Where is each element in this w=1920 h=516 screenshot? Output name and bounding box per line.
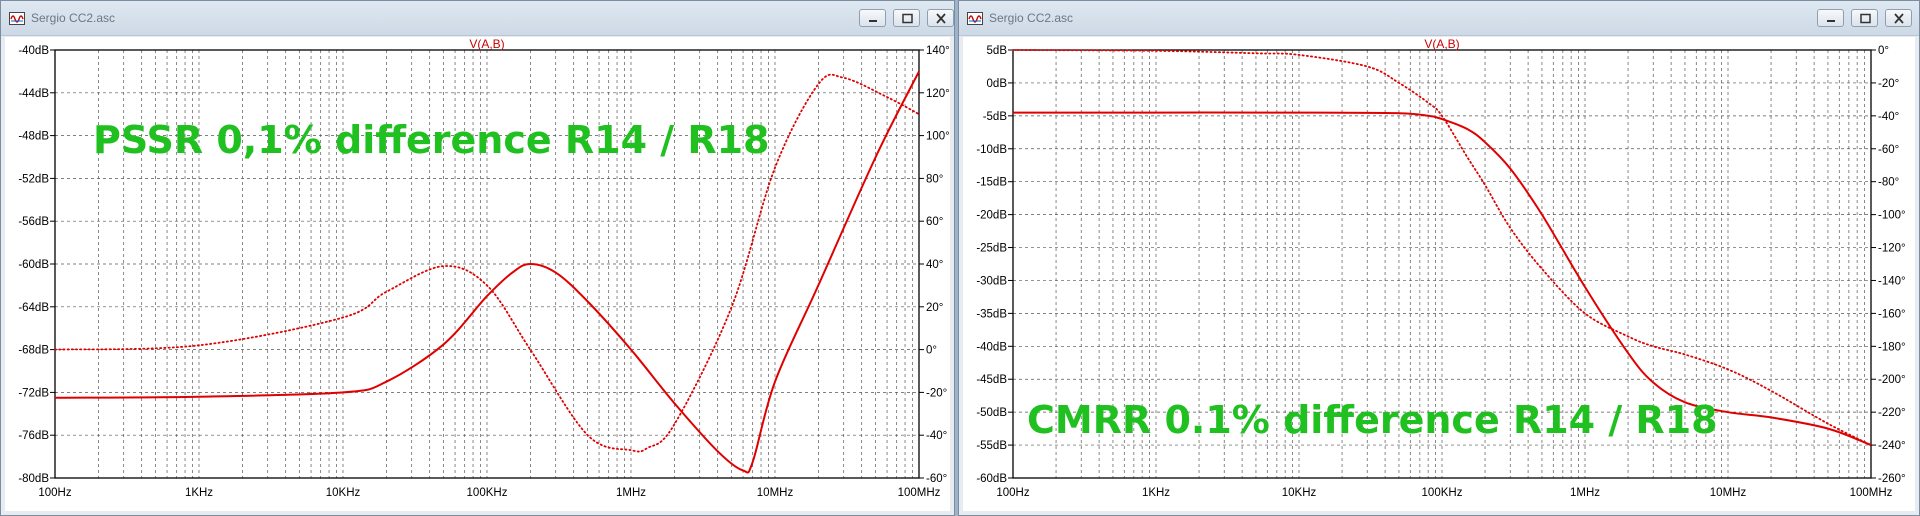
y-right-tick-label: -100° — [1878, 210, 1906, 222]
y-left-tick-label: -30dB — [976, 275, 1007, 287]
x-tick-label: 1MHz — [1570, 487, 1600, 499]
y-right-tick-label: -200° — [1878, 374, 1906, 386]
y-left-tick-label: -45dB — [976, 374, 1007, 386]
y-right-tick-label: -80° — [1878, 177, 1899, 189]
plot-pane: 100Hz 1KHz 10KHz 100KHz 1MHz 10MHz 100MHz -40dB… — [5, 37, 950, 511]
y-right-tick-label: 140° — [926, 45, 950, 57]
chart-title: V(A,B) — [469, 37, 504, 51]
y-left-tick-label: -10dB — [976, 144, 1007, 156]
maximize-button[interactable] — [893, 9, 920, 27]
x-tick-label: 10KHz — [1282, 487, 1317, 499]
x-tick-label: 1KHz — [1142, 487, 1170, 499]
x-tick-label: 1MHz — [616, 487, 646, 499]
y-left-tick-label: -56dB — [18, 216, 49, 228]
close-icon — [936, 13, 946, 24]
y-right-tick-label: 40° — [926, 259, 943, 271]
y-left-tick-label: -40dB — [18, 45, 49, 57]
y-right-tick-label: 100° — [926, 131, 950, 143]
ltspice-waveform-icon — [967, 12, 983, 25]
waveform-window-cmrr[interactable]: Sergio CC2.asc 100Hz 1KHz 10KHz 100KHz 1MHz 1… — [958, 0, 1920, 516]
y-right-tick-label: 0° — [926, 345, 937, 357]
y-right-tick-label: -120° — [1878, 243, 1906, 255]
chart-pssr[interactable]: 100Hz 1KHz 10KHz 100KHz 1MHz 10MHz 100MHz -40dB… — [5, 37, 952, 513]
y-left-tick-label: -50dB — [976, 407, 1007, 419]
window-title: Sergio CC2.asc — [989, 11, 1074, 25]
y-left-tick-label: -44dB — [18, 88, 49, 100]
y-left-tick-label: -55dB — [976, 440, 1007, 452]
y-left-tick-label: -60dB — [18, 259, 49, 271]
y-left-tick-label: -48dB — [18, 131, 49, 143]
ltspice-waveform-icon — [9, 12, 25, 25]
close-button[interactable] — [927, 9, 954, 27]
y-right-tick-label: -180° — [1878, 341, 1906, 353]
y-left-tick-label: -72dB — [18, 387, 49, 399]
y-right-tick-label: -260° — [1878, 473, 1906, 485]
x-tick-label: 10MHz — [757, 487, 794, 499]
y-right-tick-label: 80° — [926, 173, 943, 185]
y-left-tick-label: -60dB — [976, 473, 1007, 485]
chart-cmrr[interactable]: 100Hz 1KHz 10KHz 100KHz 1MHz 10MHz 100MHz 5dB 0d… — [963, 37, 1917, 513]
minimize-button[interactable] — [859, 9, 886, 27]
y-right-tick-label: -20° — [926, 387, 947, 399]
y-right-tick-label: 60° — [926, 216, 943, 228]
y-right-tick-label: 0° — [1878, 45, 1889, 57]
y-right-tick-label: -160° — [1878, 308, 1906, 320]
x-tick-label: 100Hz — [38, 487, 71, 499]
minimize-button[interactable] — [1817, 9, 1844, 27]
maximize-button[interactable] — [1851, 9, 1878, 27]
y-right-tick-label: -60° — [926, 473, 947, 485]
y-left-tick-label: -64dB — [18, 302, 49, 314]
x-tick-label: 1KHz — [185, 487, 213, 499]
y-left-tick-label: -80dB — [18, 473, 49, 485]
y-left-tick-label: -68dB — [18, 345, 49, 357]
close-button[interactable] — [1885, 9, 1912, 27]
y-left-tick-label: 0dB — [987, 78, 1008, 90]
y-right-tick-label: -60° — [1878, 144, 1899, 156]
restore-icon — [902, 13, 913, 24]
x-tick-label: 10MHz — [1710, 487, 1747, 499]
y-right-tick-label: -40° — [1878, 111, 1899, 123]
y-left-tick-label: -15dB — [976, 177, 1007, 189]
x-tick-label: 10KHz — [326, 487, 361, 499]
x-tick-label: 100MHz — [1850, 487, 1893, 499]
window-titlebar[interactable]: Sergio CC2.asc — [1, 1, 954, 36]
x-tick-label: 100KHz — [1422, 487, 1463, 499]
y-left-tick-label: -20dB — [976, 210, 1007, 222]
x-tick-label: 100KHz — [467, 487, 508, 499]
y-right-tick-label: -220° — [1878, 407, 1906, 419]
y-right-tick-label: -20° — [1878, 78, 1899, 90]
y-left-tick-label: -5dB — [983, 111, 1008, 123]
chart-title: V(A,B) — [1424, 37, 1459, 51]
minimize-icon — [869, 20, 877, 22]
y-right-tick-label: -140° — [1878, 275, 1906, 287]
window-titlebar[interactable]: Sergio CC2.asc — [959, 1, 1919, 36]
y-left-tick-label: -52dB — [18, 173, 49, 185]
minimize-icon — [1827, 20, 1835, 22]
y-right-tick-label: -240° — [1878, 440, 1906, 452]
y-left-tick-label: -40dB — [976, 341, 1007, 353]
plot-pane: 100Hz 1KHz 10KHz 100KHz 1MHz 10MHz 100MHz 5dB 0d… — [963, 37, 1915, 511]
window-title: Sergio CC2.asc — [31, 11, 116, 25]
close-icon — [1894, 13, 1904, 24]
y-right-tick-label: 120° — [926, 88, 950, 100]
y-left-tick-label: -25dB — [976, 243, 1007, 255]
x-tick-label: 100MHz — [898, 487, 941, 499]
restore-icon — [1860, 13, 1871, 24]
waveform-window-pssr[interactable]: Sergio CC2.asc 100Hz 1KHz 10KHz 100KHz 1MHz 1… — [0, 0, 955, 516]
x-tick-label: 100Hz — [996, 487, 1029, 499]
y-right-tick-label: 20° — [926, 302, 943, 314]
y-left-tick-label: -76dB — [18, 430, 49, 442]
y-left-tick-label: -35dB — [976, 308, 1007, 320]
annotation-label: PSSR 0,1% difference R14 / R18 — [93, 118, 770, 162]
annotation-label: CMRR 0.1% difference R14 / R18 — [1027, 398, 1718, 442]
y-right-tick-label: -40° — [926, 430, 947, 442]
y-left-tick-label: 5dB — [987, 45, 1008, 57]
